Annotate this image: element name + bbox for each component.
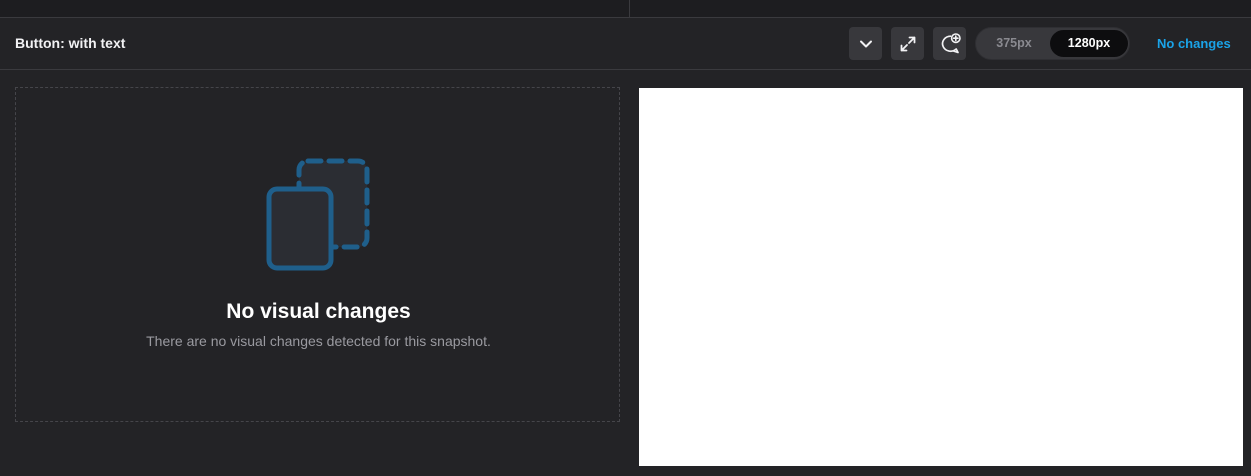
empty-state-title: No visual changes <box>226 300 411 323</box>
viewport-option-1280[interactable]: 1280px <box>1050 30 1128 57</box>
collapse-button[interactable] <box>849 27 882 60</box>
top-divider <box>629 0 630 17</box>
viewport-toggle: 375px 1280px <box>975 27 1130 60</box>
add-comment-button[interactable] <box>933 27 966 60</box>
fullscreen-button[interactable] <box>891 27 924 60</box>
top-strip <box>0 0 1251 18</box>
snapshot-overlap-icon <box>266 158 370 271</box>
snapshot-preview <box>639 88 1243 466</box>
snapshot-title: Button: with text <box>15 35 126 51</box>
viewport-option-375[interactable]: 375px <box>980 30 1048 57</box>
add-comment-icon <box>941 32 961 53</box>
expand-icon <box>900 36 915 51</box>
diff-panel: No visual changes There are no visual ch… <box>15 87 620 422</box>
empty-state-description: There are no visual changes detected for… <box>146 333 491 349</box>
chevron-down-icon <box>859 40 872 47</box>
no-changes-link[interactable]: No changes <box>1157 36 1231 51</box>
snapshot-header: Button: with text 375px 1280px No change… <box>0 18 1251 70</box>
